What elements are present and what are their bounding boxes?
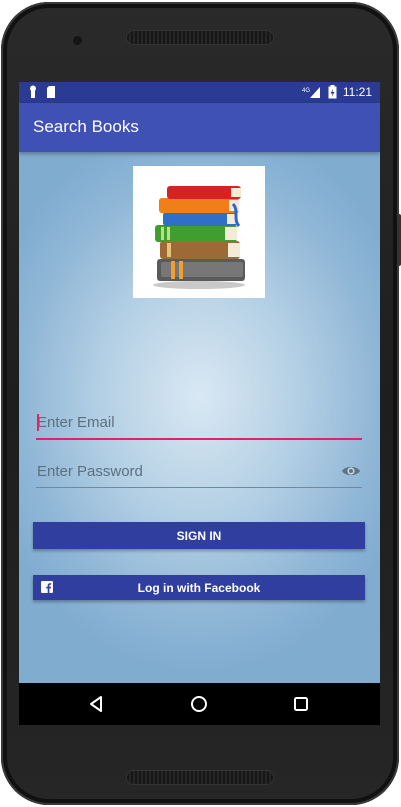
battery-icon xyxy=(328,85,337,99)
earpiece-speaker xyxy=(127,31,273,44)
back-icon[interactable] xyxy=(87,694,107,714)
facebook-icon xyxy=(41,581,53,593)
phone-frame: 4G 11:21 Search Books Enter Email SIGN I… xyxy=(1,2,401,805)
signal-icon: 4G xyxy=(302,87,320,98)
books-stack-icon xyxy=(153,186,245,289)
password-field[interactable] xyxy=(36,457,362,488)
network-label: 4G xyxy=(302,88,310,94)
recents-icon[interactable] xyxy=(291,694,311,714)
navigation-bar xyxy=(19,683,380,725)
login-content: SIGN IN Log in with Facebook xyxy=(19,152,380,683)
front-camera xyxy=(73,36,82,45)
sign-in-button[interactable]: SIGN IN xyxy=(33,522,365,549)
device-screen: 4G 11:21 Search Books Enter Email SIGN I… xyxy=(19,82,380,725)
email-input[interactable] xyxy=(36,408,338,436)
sd-card-icon xyxy=(47,86,55,98)
text-cursor xyxy=(37,414,39,431)
email-field[interactable] xyxy=(36,408,362,440)
notification-icon xyxy=(30,85,36,98)
eye-icon[interactable] xyxy=(341,464,361,478)
power-button xyxy=(397,214,401,266)
status-bar: 4G 11:21 xyxy=(19,82,380,103)
bottom-speaker xyxy=(127,771,273,784)
sign-in-label: SIGN IN xyxy=(176,528,222,543)
facebook-login-button[interactable]: Log in with Facebook xyxy=(33,575,365,600)
status-time: 11:21 xyxy=(342,85,372,99)
app-logo xyxy=(133,166,265,298)
app-bar: Search Books xyxy=(19,103,380,152)
password-input[interactable] xyxy=(36,457,338,485)
page-title: Search Books xyxy=(33,117,139,136)
home-icon[interactable] xyxy=(189,694,209,714)
facebook-login-label: Log in with Facebook xyxy=(137,580,261,595)
